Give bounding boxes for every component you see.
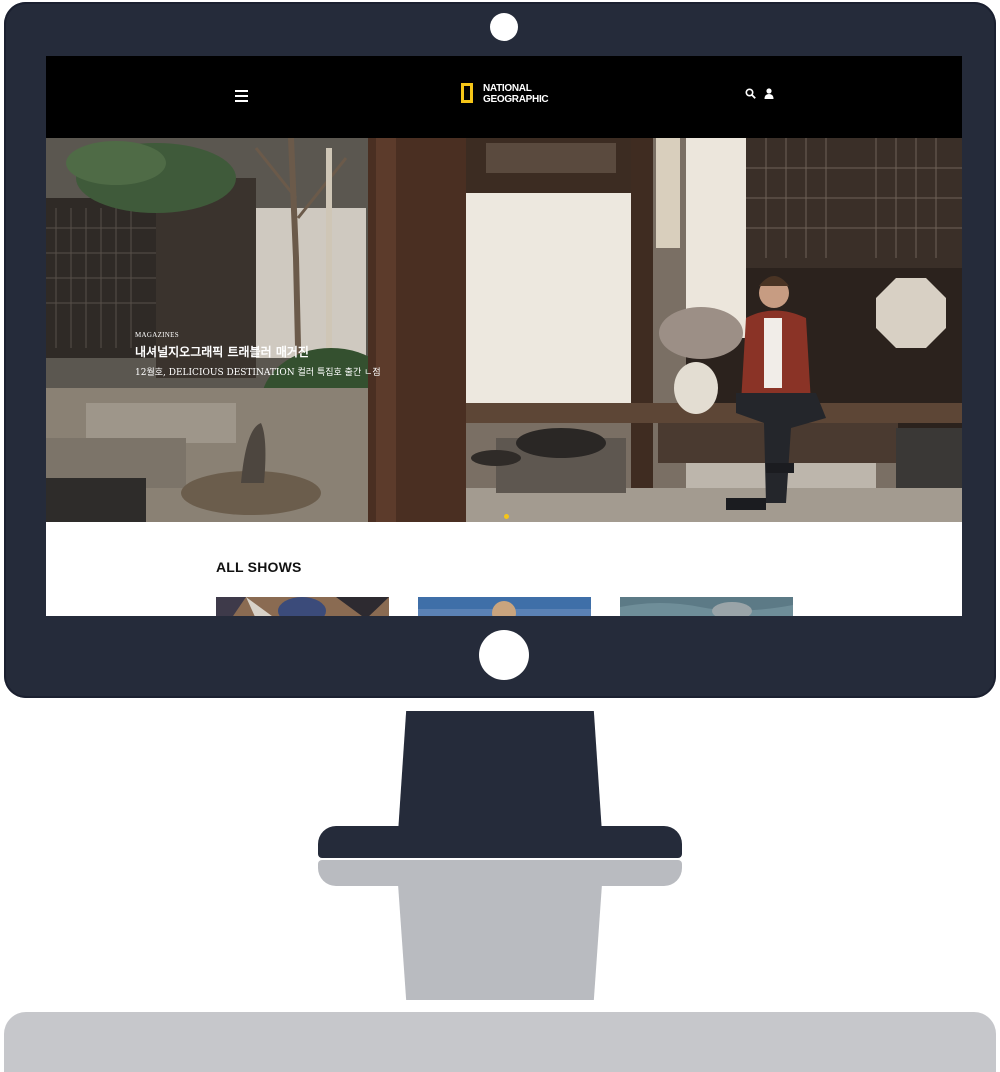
stand-reflection-neck bbox=[398, 884, 602, 1000]
show-card-3[interactable] bbox=[620, 597, 793, 616]
monitor-stand-neck bbox=[398, 711, 602, 833]
monitor-button bbox=[479, 630, 529, 680]
site-header: NATIONAL GEOGRAPHIC bbox=[46, 56, 962, 138]
hero-photo-hanok-courtyard bbox=[46, 138, 962, 522]
logo-text-line2: GEOGRAPHIC bbox=[483, 94, 549, 105]
hero-subtitle: 12월호, DELICIOUS DESTINATION 컬러 특집호 출간 ㄴ점 bbox=[135, 368, 381, 378]
user-icon[interactable] bbox=[764, 88, 774, 99]
monitor-stand-base bbox=[318, 826, 682, 858]
logo-yellow-frame-icon bbox=[461, 83, 473, 103]
show-card-2-image bbox=[418, 597, 591, 616]
show-card-3-image bbox=[620, 597, 793, 616]
hero-caption[interactable]: MAGAZINES 내셔널지오그래픽 트래블러 매거진 12월호, DELICI… bbox=[135, 331, 381, 378]
show-card-2[interactable] bbox=[418, 597, 591, 616]
slider-dot-active[interactable] bbox=[504, 514, 509, 519]
monitor-reflection bbox=[4, 1012, 996, 1072]
hero-banner[interactable]: MAGAZINES 내셔널지오그래픽 트래블러 매거진 12월호, DELICI… bbox=[46, 138, 962, 522]
screen: NATIONAL GEOGRAPHIC MAGAZINES 내셔널지오그래픽 트… bbox=[46, 56, 962, 616]
hamburger-menu-icon[interactable] bbox=[235, 90, 248, 102]
national-geographic-logo[interactable]: NATIONAL GEOGRAPHIC bbox=[461, 82, 571, 110]
hero-title: 내셔널지오그래픽 트래블러 매거진 bbox=[135, 345, 309, 359]
all-shows-heading: ALL SHOWS bbox=[216, 559, 302, 575]
show-card-1-image bbox=[216, 597, 389, 616]
webcam-dot bbox=[490, 13, 518, 41]
slider-pagination bbox=[504, 506, 509, 522]
logo-text-line1: NATIONAL bbox=[483, 83, 532, 94]
search-icon[interactable] bbox=[745, 88, 756, 99]
stand-reflection-base bbox=[318, 860, 682, 886]
monitor-frame: NATIONAL GEOGRAPHIC MAGAZINES 내셔널지오그래픽 트… bbox=[4, 2, 996, 698]
show-card-1[interactable] bbox=[216, 597, 389, 616]
hero-kicker: MAGAZINES bbox=[135, 331, 179, 339]
